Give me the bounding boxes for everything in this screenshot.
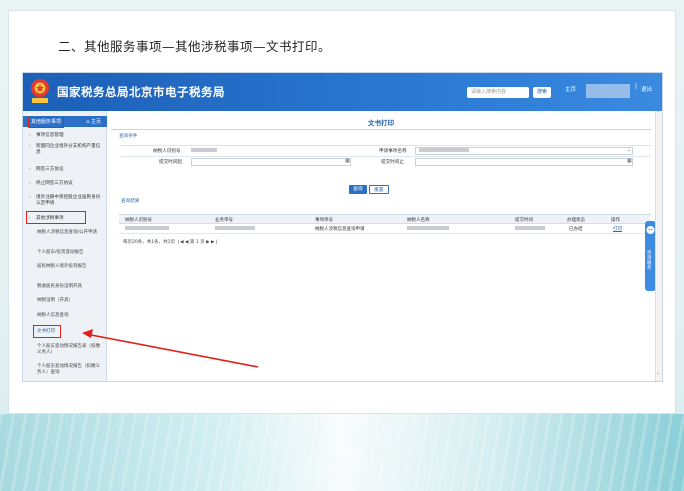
form-row-1: 纳税人识别号 申请事项名称 ⌄ — [119, 145, 651, 155]
cell-item-name: 纳税人涉税信息查询申请 — [315, 227, 365, 232]
query-button[interactable]: 查询 — [349, 185, 367, 194]
col-header: 纳税人名称 — [407, 218, 430, 223]
scrollbar[interactable]: ˄ ˅ — [655, 111, 662, 381]
table-row: 纳税人涉税信息查询申请 已办结 打印 — [119, 224, 651, 234]
search-input[interactable]: 请输入搜索内容 — [467, 87, 529, 98]
cell-redacted — [515, 226, 545, 230]
logout-link[interactable]: 退出 — [641, 85, 652, 93]
highlight-box-document-print — [33, 325, 61, 338]
highlight-box-other-matters — [26, 211, 86, 224]
taxpayer-id-label: 纳税人识别号 — [153, 149, 181, 154]
sidebar-subitem[interactable]: 居民纳税人境外投资报告 — [23, 264, 107, 270]
sidebar-title[interactable]: 其他服务事项 — [28, 117, 65, 128]
sidebar-header: 其他服务事项 ⌂ 主页 — [23, 116, 107, 128]
col-header: 业务单号 — [215, 218, 233, 223]
tax-bureau-screenshot: 国家税务总局北京市电子税务局 请输入搜索内容 搜索 主页 | 退出 其他服务事项… — [22, 72, 663, 382]
reset-button[interactable]: 重置 — [369, 185, 389, 194]
chevron-down-icon[interactable]: ⌄ — [627, 147, 631, 153]
divider — [111, 129, 651, 130]
top-header-bar: 国家税务总局北京市电子税务局 请输入搜索内容 搜索 主页 | 退出 — [23, 73, 662, 111]
home-link[interactable]: 主页 — [565, 85, 576, 93]
col-header: 事项单号 — [315, 218, 333, 223]
decorative-bottom-band — [0, 414, 684, 491]
user-info-redacted — [586, 84, 630, 98]
sidebar-item-resident-identity[interactable]: 境外注册中资控股企业居民身份认定申请 — [23, 195, 107, 207]
sidebar-subitem[interactable]: 个人股东变动情况报告（扣缴义务人）查询 — [23, 364, 107, 376]
sidebar-item-info-mgmt[interactable]: 事项信息管理 — [23, 133, 107, 139]
panel-title: 文书打印 — [368, 119, 394, 127]
sidebar-subitem[interactable]: 纳税证明（开具） — [23, 298, 107, 304]
tax-emblem-icon — [31, 79, 49, 103]
sidebar-subitem[interactable]: 个人股东/投资变动报告 — [23, 250, 107, 256]
taxpayer-id-value-redacted — [191, 148, 217, 152]
calendar-icon[interactable]: ▦ — [627, 158, 632, 164]
col-header: 办理状态 — [567, 218, 585, 223]
sidebar-home-link[interactable]: ⌂ 主页 — [86, 118, 101, 125]
calendar-icon[interactable]: ▦ — [345, 158, 350, 164]
cell-redacted — [407, 226, 449, 230]
pagination[interactable]: 每页20条，共1条，共1页 ❘◀ ◀ 第 1 页 ▶ ▶❘ — [123, 239, 218, 245]
results-table-header: 纳税人识别号 业务单号 事项单号 纳税人名称 提交时间 办理状态 操作 — [119, 214, 651, 224]
form-row-2: 提交时间起 ▦ 提交时间止 ▦ — [119, 156, 651, 166]
sidebar-subitem[interactable]: 纳税人涉税信息查询/公开申请 — [23, 230, 107, 236]
col-header: 操作 — [611, 218, 620, 223]
sidebar-subitem[interactable]: 个人股东变动情况报告表（扣缴义务人） — [23, 344, 107, 356]
doc-name-value-redacted — [419, 148, 469, 152]
header-separator: | — [635, 83, 638, 90]
site-title: 国家税务总局北京市电子税务局 — [57, 85, 225, 99]
sidebar-item-terminate-tripartite[interactable]: 终止网签三方协议 — [23, 181, 107, 187]
sidebar-subitem[interactable]: 税收居民身份证明开具 — [23, 284, 107, 290]
sidebar: 其他服务事项 ⌂ 主页 事项信息管理 跨国同企业境外分支机构产量信息 网签三方协… — [23, 111, 107, 381]
tab-query-results[interactable]: 查询结果 — [121, 198, 139, 204]
submit-from-label: 提交时间起 — [159, 160, 182, 165]
print-link[interactable]: 打印 — [613, 226, 622, 232]
col-header: 纳税人识别号 — [125, 218, 152, 223]
submit-to-input[interactable] — [415, 158, 633, 166]
cell-status: 已办结 — [569, 227, 583, 232]
search-button[interactable]: 搜索 — [533, 87, 551, 98]
submit-to-label: 提交时间止 — [381, 160, 404, 165]
cell-redacted — [215, 226, 255, 230]
page-title: 二、其他服务事项—其他涉税事项—文书打印。 — [58, 39, 332, 54]
consult-widget-label: 咨询服务 — [647, 251, 652, 271]
cell-redacted — [125, 226, 169, 230]
doc-name-label: 申请事项名称 — [379, 149, 407, 154]
scroll-up-icon[interactable]: ˄ — [657, 111, 660, 117]
sidebar-item-overseas-branch[interactable]: 跨国同企业境外分支机构产量信息 — [23, 144, 107, 156]
scroll-down-icon[interactable]: ˅ — [657, 373, 660, 379]
submit-from-input[interactable] — [191, 158, 351, 166]
sidebar-subitem[interactable]: 纳税人信息查询 — [23, 313, 107, 319]
main-panel: 文书打印 查询条件 纳税人识别号 申请事项名称 ⌄ 提交时间起 ▦ 提交时间止 … — [111, 111, 651, 381]
sidebar-item-tripartite[interactable]: 网签三方协议 — [23, 167, 107, 173]
tab-query-conditions[interactable]: 查询条件 — [119, 133, 137, 139]
col-header: 提交时间 — [515, 218, 533, 223]
